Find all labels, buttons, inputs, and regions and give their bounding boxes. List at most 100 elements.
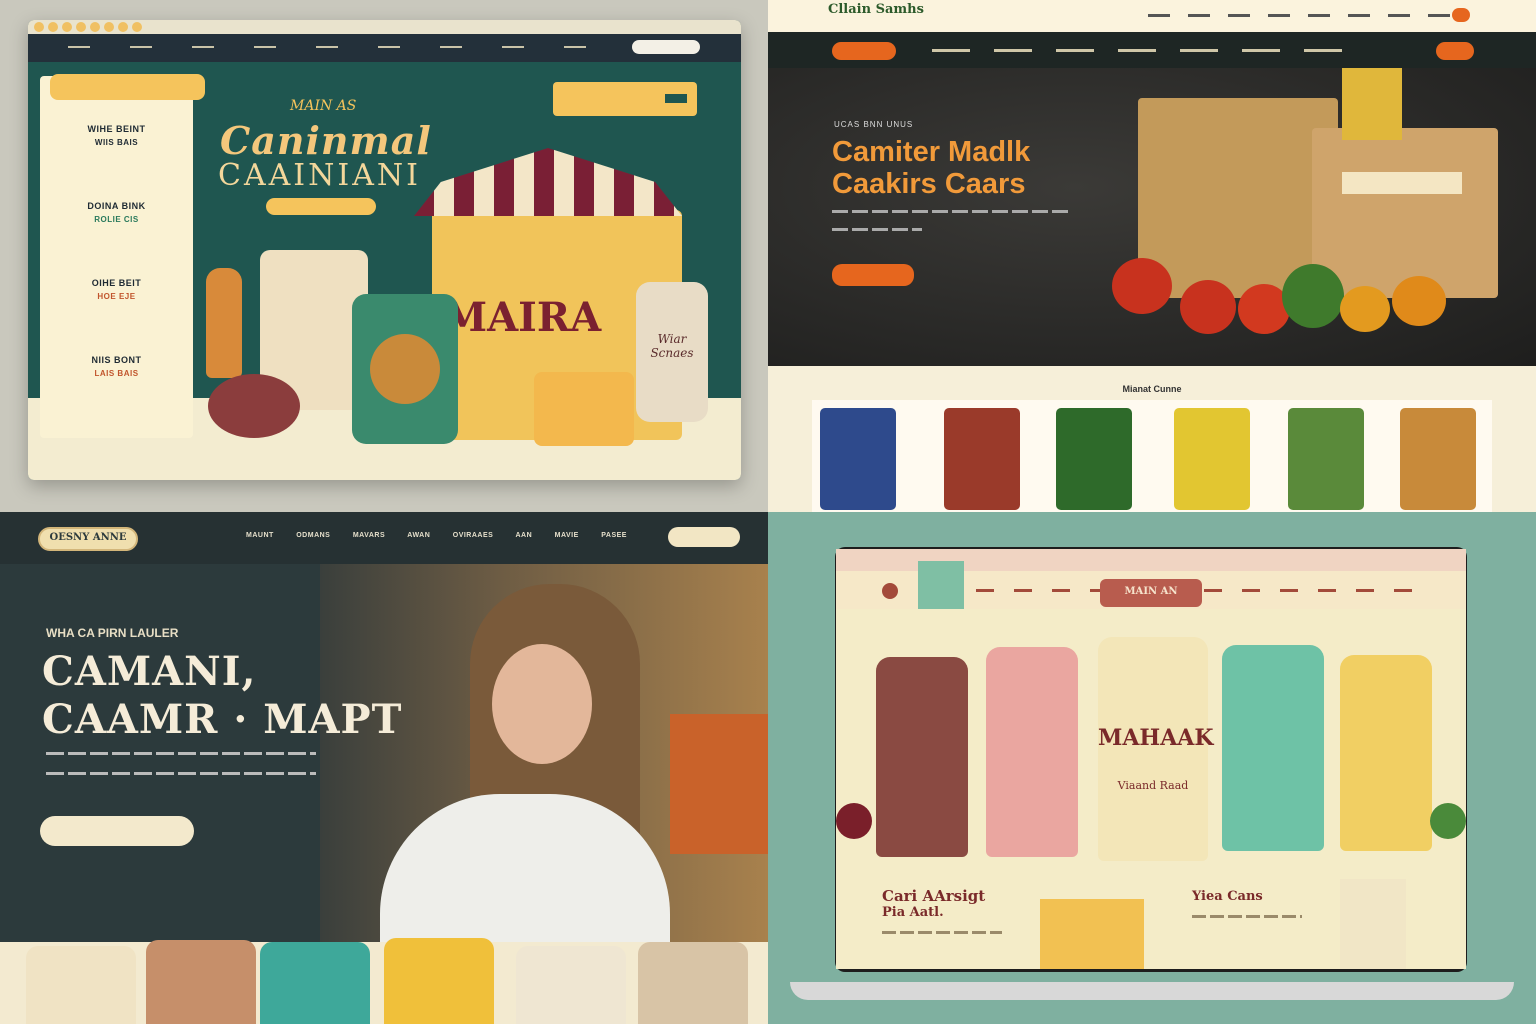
product-pack-small[interactable]: [1340, 879, 1406, 969]
tab-dot[interactable]: [132, 22, 142, 32]
nav-action-button[interactable]: [1436, 42, 1474, 60]
product-bag[interactable]: [1288, 408, 1364, 510]
hero-cta-button[interactable]: [266, 198, 376, 215]
person-face: [492, 644, 592, 764]
nav-item[interactable]: OVIRAAES: [453, 532, 494, 539]
banana-icon: [1342, 68, 1402, 140]
sidebar-item-sub: HOE EJE: [97, 292, 136, 301]
hero-body-text: [832, 210, 1072, 213]
hero-photo: [320, 564, 768, 964]
hero-title-line2: Caakirs Caars: [832, 168, 1026, 200]
product-pack-sub: Viaand Raad: [1117, 779, 1189, 792]
hero-cta-button[interactable]: [40, 816, 194, 846]
ribbon-badge: [918, 561, 964, 609]
product-pack-label: MAHAAK: [1098, 725, 1214, 751]
pepper-icon: [1340, 286, 1390, 332]
broccoli-icon: [1282, 264, 1344, 328]
product-jar[interactable]: [516, 946, 626, 1024]
nav-links[interactable]: MAUNT ODMANS MAVARS AWAN OVIRAAES AAN MA…: [246, 532, 627, 539]
product-box-label: MAIRA: [442, 294, 602, 341]
tab-dot[interactable]: [62, 22, 72, 32]
food-display: [670, 714, 768, 854]
section-body-text: [1192, 915, 1302, 918]
tin-can: [352, 294, 458, 444]
nav-item[interactable]: MAVARS: [353, 532, 385, 539]
mockup-grid: WIHE BEINT WIIS BAIS DOINA BINK ROLIE CI…: [0, 0, 1536, 1024]
tab-dot[interactable]: [118, 22, 128, 32]
sidebar-item-title[interactable]: NIIS BONT: [40, 355, 193, 365]
center-banner: MAIN AN: [1100, 579, 1202, 607]
sidebar-item-title[interactable]: DOINA BINK: [40, 201, 193, 211]
main-nav: [768, 32, 1536, 68]
product-pack[interactable]: [986, 647, 1078, 857]
tab-dot[interactable]: [104, 22, 114, 32]
apple-icon: [836, 803, 872, 839]
promo-card[interactable]: [553, 82, 697, 116]
nav-links[interactable]: [932, 49, 1352, 52]
site-logo[interactable]: Cllain Samhs: [828, 2, 924, 17]
top-links[interactable]: [1148, 14, 1468, 17]
product-pack[interactable]: [876, 657, 968, 857]
tab-dot[interactable]: [76, 22, 86, 32]
product-bag[interactable]: [1056, 408, 1132, 510]
nav-item[interactable]: MAVIE: [555, 532, 579, 539]
product-jar[interactable]: [260, 942, 370, 1024]
search-input[interactable]: [632, 40, 700, 54]
tomato-icon: [1180, 280, 1236, 334]
nav-item[interactable]: AAN: [516, 532, 533, 539]
tab-dot[interactable]: [48, 22, 58, 32]
search-input[interactable]: [668, 527, 740, 547]
products-heading: Mianat Cunne: [1122, 384, 1182, 394]
product-pack[interactable]: MAHAAK Viaand Raad: [1098, 637, 1214, 861]
product-bag[interactable]: [1174, 408, 1250, 510]
product-bag[interactable]: [1400, 408, 1476, 510]
nav-item[interactable]: AWAN: [407, 532, 430, 539]
product-box[interactable]: [1040, 899, 1144, 969]
center-banner-text: MAIN AN: [1124, 586, 1178, 597]
sweet-potato: [208, 374, 300, 438]
tab-dot[interactable]: [90, 22, 100, 32]
mockup-market-photo: OESNY ANNE MAUNT ODMANS MAVARS AWAN OVIR…: [0, 512, 768, 1024]
tin-seal-icon: [370, 334, 440, 404]
hero-cta-button[interactable]: [832, 264, 914, 286]
mockup-vintage-shop: WIHE BEINT WIIS BAIS DOINA BINK ROLIE CI…: [0, 0, 768, 512]
hero-title-line1: Camiter Madlk: [832, 136, 1031, 168]
nav-primary-button[interactable]: [832, 42, 896, 60]
hero-title: Caninmal: [220, 118, 432, 163]
site-logo[interactable]: OESNY ANNE: [38, 527, 138, 551]
hero-eyebrow: UCAS BNN UNUS: [834, 120, 914, 129]
product-jar[interactable]: [384, 938, 494, 1024]
logo-icon[interactable]: [882, 583, 898, 599]
section-body-text: [882, 931, 1002, 934]
apple-icon: [1430, 803, 1466, 839]
mockup-grocery-dark: Cllain Samhs UCAS BNN UNUS Camiter Madlk…: [768, 0, 1536, 512]
site-logo-text: OESNY ANNE: [49, 532, 127, 543]
section-title-line2: Pia Aatl.: [882, 905, 944, 920]
main-nav: OESNY ANNE MAUNT ODMANS MAVARS AWAN OVIR…: [0, 512, 768, 564]
nav-item[interactable]: ODMANS: [296, 532, 330, 539]
product-pack[interactable]: [1222, 645, 1324, 851]
cart-button[interactable]: [1452, 8, 1470, 22]
promo-button[interactable]: [665, 94, 687, 103]
sidebar-item-title[interactable]: WIHE BEINT: [40, 124, 193, 134]
product-jar[interactable]: [638, 942, 748, 1024]
tab-dot[interactable]: [34, 22, 44, 32]
sidebar-header[interactable]: [50, 74, 205, 100]
bag-label: [1342, 172, 1462, 194]
product-pack[interactable]: [1340, 655, 1432, 851]
pepper-icon: [1392, 276, 1446, 326]
nav-links[interactable]: [68, 46, 608, 48]
sidebar-menu: WIHE BEINT WIIS BAIS DOINA BINK ROLIE CI…: [40, 76, 193, 438]
sidebar-item-title[interactable]: OIHE BEIT: [40, 278, 193, 288]
product-bag[interactable]: [944, 408, 1020, 510]
nav-item[interactable]: MAUNT: [246, 532, 274, 539]
bottle: [206, 268, 242, 378]
product-bag[interactable]: [820, 408, 896, 510]
sidebar-item-sub: ROLIE CIS: [94, 215, 139, 224]
laptop-screen: MAIN AN MAHAAK Viaand Raad Cari AArsigt …: [836, 549, 1466, 969]
site-nav: [28, 34, 741, 62]
product-jar[interactable]: [146, 940, 256, 1024]
nav-item[interactable]: PASEE: [601, 532, 627, 539]
canister: Wiar Scnaes: [636, 282, 708, 422]
product-jar[interactable]: [26, 946, 136, 1024]
